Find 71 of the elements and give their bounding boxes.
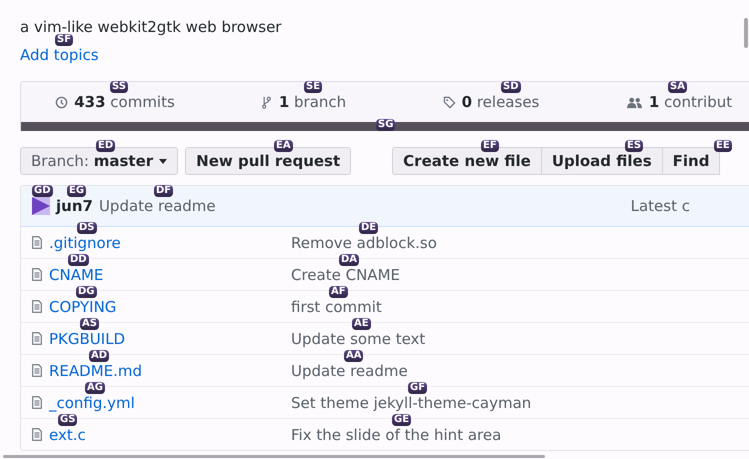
hint-label: DG [76, 286, 97, 298]
file-icon [32, 396, 42, 409]
commit-message-link[interactable]: Set theme jekyll-theme-cayman [291, 394, 532, 412]
hint-label: DD [68, 254, 89, 266]
hint-label: AE [352, 318, 371, 330]
hint-label: AG [85, 382, 105, 394]
hint-label: SE [304, 81, 322, 93]
hint-label: ES [625, 140, 644, 152]
file-link[interactable]: _config.yml [49, 394, 291, 412]
caret-icon [159, 158, 168, 164]
hint-label: DA [339, 254, 360, 266]
file-icon [32, 428, 42, 441]
commit-message-link[interactable]: Create CNAME [291, 266, 400, 284]
hint-label: SD [501, 81, 521, 93]
file-icon [32, 332, 42, 345]
hint-label: EG [67, 185, 86, 197]
history-icon [55, 96, 68, 108]
latest-commit-label: Latest c [630, 197, 690, 215]
file-link[interactable]: .gitignore [49, 234, 291, 252]
avatar-icon [32, 197, 50, 215]
hint-label: EE [714, 140, 732, 152]
add-topics-link[interactable]: Add topics [20, 46, 99, 64]
hint-label: EF [481, 140, 499, 152]
file-link[interactable]: CNAME [49, 266, 291, 284]
branch-icon [260, 96, 273, 108]
file-link[interactable]: README.md [49, 362, 291, 380]
stat-link[interactable]: 433 commits [21, 93, 209, 111]
stat-link[interactable]: 1 contribut [585, 93, 749, 111]
hint-label: GF [408, 382, 428, 394]
file-action-button[interactable]: Create new file [392, 147, 542, 175]
hint-label: AA [344, 350, 364, 362]
commit-message-link[interactable]: Update some text [291, 330, 426, 348]
file-link[interactable]: PKGBUILD [49, 330, 291, 348]
hint-label: SF [55, 34, 74, 46]
commit-message-link[interactable]: Remove adblock.so [291, 234, 437, 252]
people-icon [626, 96, 643, 108]
hint-label: GS [58, 414, 78, 426]
file-link[interactable]: COPYING [49, 298, 291, 316]
hint-label: SS [110, 81, 128, 93]
commit-message-link[interactable]: first commit [291, 298, 382, 316]
hint-label: AF [329, 286, 348, 298]
scrollbar[interactable] [744, 18, 748, 48]
commit-author-link[interactable]: jun7 [56, 197, 93, 215]
stat-link[interactable]: 1 branch [209, 93, 397, 111]
hint-label: DF [154, 185, 174, 197]
repo-description: a vim-like webkit2gtk web browser [20, 18, 282, 36]
pull-request-button[interactable]: New pull request [185, 147, 352, 175]
file-icon [32, 236, 42, 249]
hint-label: SA [668, 81, 687, 93]
file-action-button[interactable]: Upload files [540, 147, 663, 175]
hint-label: ED [96, 140, 116, 152]
commit-message-link[interactable]: Update readme [291, 362, 408, 380]
hint-label: AS [80, 318, 99, 330]
hint-label: EA [274, 140, 293, 152]
stat-link[interactable]: 0 releases [397, 93, 585, 111]
hint-label: DE [359, 222, 378, 234]
file-icon [32, 300, 42, 313]
hint-label: AD [89, 350, 110, 362]
commit-message-link[interactable]: Update readme [98, 197, 216, 215]
file-action-button[interactable]: Find [662, 147, 720, 175]
branch-select[interactable]: Branch: master [20, 147, 178, 175]
hint-label: SG [376, 119, 396, 131]
file-icon [32, 268, 42, 281]
scrollbar[interactable] [3, 455, 545, 458]
file-icon [32, 364, 42, 377]
hint-label: GE [392, 414, 412, 426]
hint-label: DS [77, 222, 97, 234]
hint-label: GD [32, 185, 53, 197]
file-link[interactable]: ext.c [49, 426, 291, 444]
tag-icon [442, 96, 456, 108]
commit-message-link[interactable]: Fix the slide of the hint area [291, 426, 502, 444]
